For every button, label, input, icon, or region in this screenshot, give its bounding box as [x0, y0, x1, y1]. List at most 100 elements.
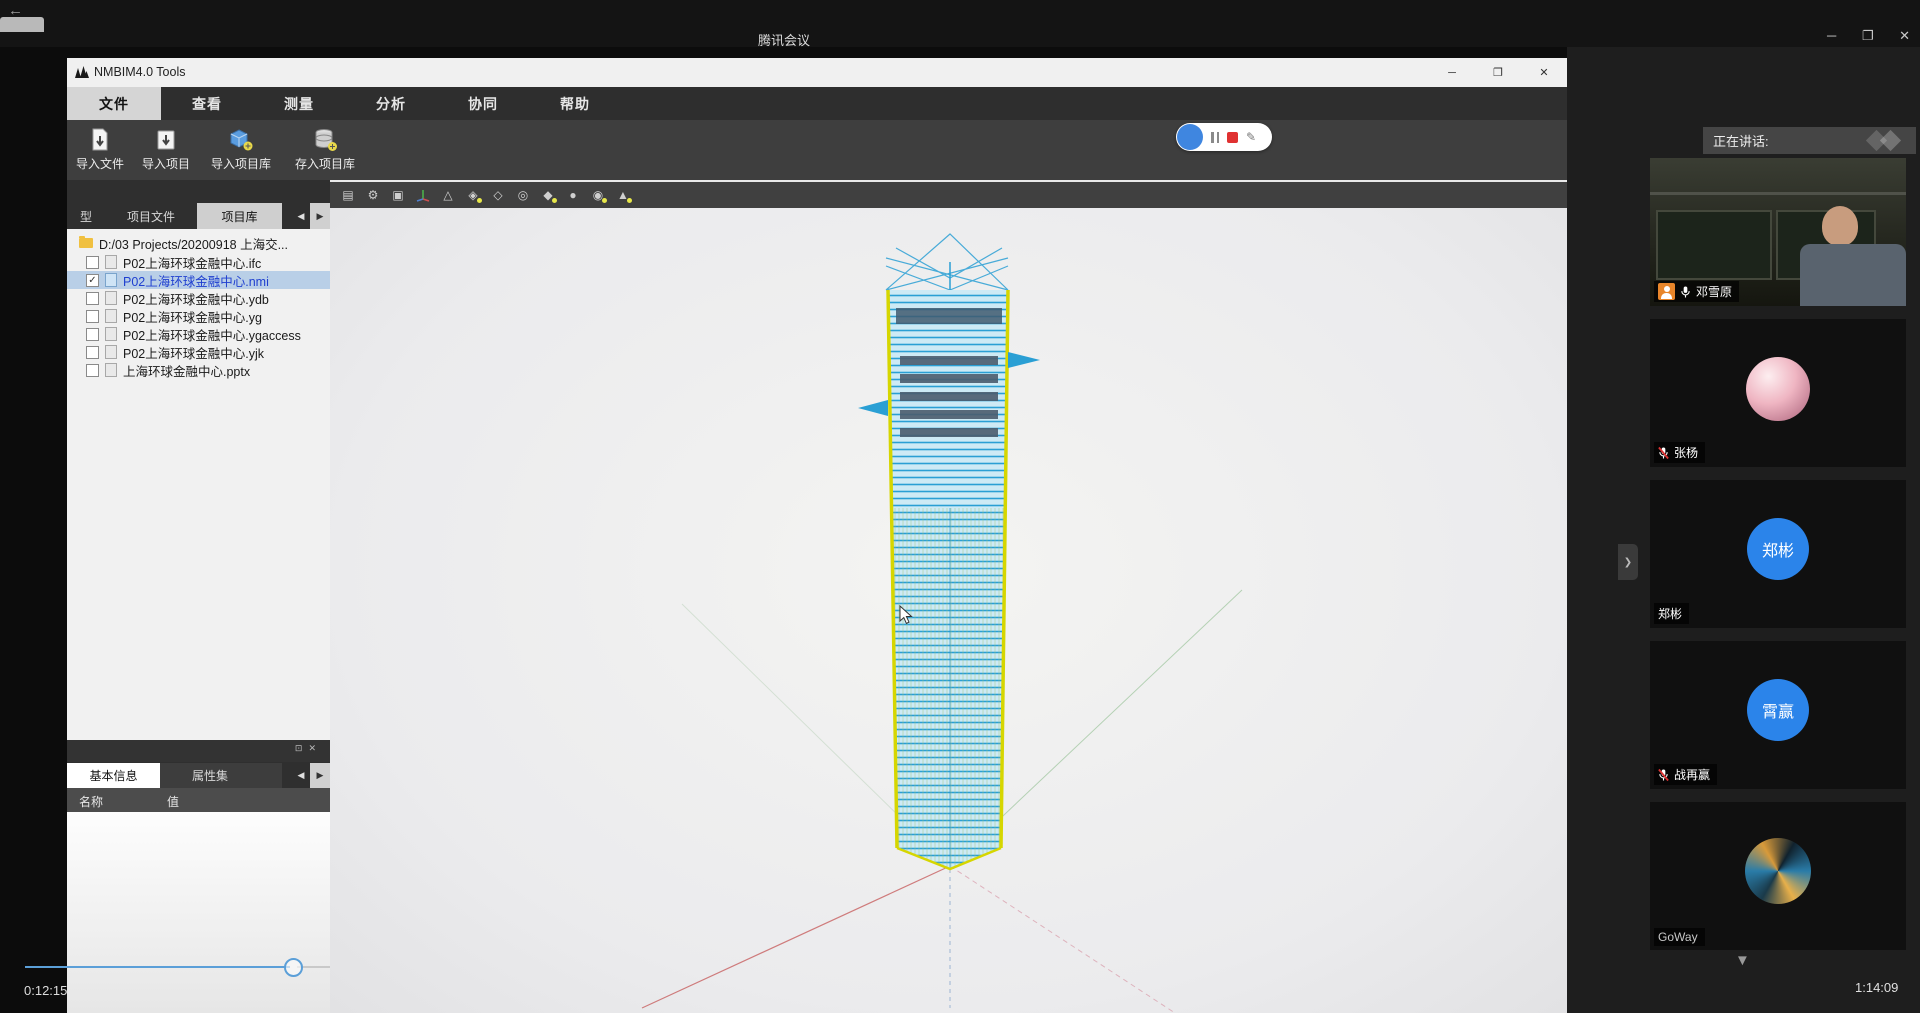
menu-tab-view[interactable]: 查看	[161, 87, 253, 120]
file-name: 上海环球金融中心.pptx	[123, 361, 250, 379]
tree-file-row[interactable]: P02上海环球金融中心.ydb	[67, 289, 330, 307]
participant-name-chip: 战再赢	[1654, 764, 1717, 785]
file-checkbox[interactable]: ✓	[86, 274, 99, 287]
viewport-toolbar: ▤ ⚙ ▣ △ ◈ ◇ ◎ ◆ ● ◉ ▲	[330, 182, 1567, 208]
app-close-button[interactable]: ✕	[1521, 58, 1567, 87]
maximize-button[interactable]: ❐	[1862, 28, 1874, 43]
file-checkbox[interactable]	[86, 292, 99, 305]
playback-knob[interactable]	[284, 958, 303, 977]
import-library-button[interactable]: 导入项目库	[199, 120, 283, 180]
tree-file-row[interactable]: ✓ P02上海环球金融中心.nmi	[67, 271, 330, 289]
save-library-label: 存入项目库	[295, 155, 355, 172]
file-name: P02上海环球金融中心.yg	[123, 307, 262, 325]
pause-icon[interactable]	[1211, 132, 1219, 143]
file-import-icon	[89, 128, 111, 152]
file-checkbox[interactable]	[86, 346, 99, 359]
record-timer-icon[interactable]	[1177, 124, 1203, 150]
file-icon	[105, 327, 117, 341]
menu-bar: 文件 查看 测量 分析 协同 帮助	[67, 87, 1567, 120]
tab-sliver	[260, 763, 282, 788]
participant-name: 邓雪原	[1696, 283, 1732, 300]
menu-tab-help[interactable]: 帮助	[529, 87, 621, 120]
tab-basic-info[interactable]: 基本信息	[67, 763, 160, 788]
axis-x-red	[642, 866, 950, 1008]
tree-file-row[interactable]: 上海环球金融中心.pptx	[67, 361, 330, 379]
minimize-button[interactable]: ─	[1827, 28, 1836, 43]
sphere-wire-icon[interactable]: ◇	[490, 187, 506, 203]
3d-viewport[interactable]	[330, 208, 1567, 1013]
participant-tile[interactable]: GoWay	[1650, 802, 1906, 950]
participant-tile[interactable]: 霄赢 战再赢	[1650, 641, 1906, 789]
axes-icon[interactable]	[415, 187, 431, 203]
file-name: P02上海环球金融中心.nmi	[123, 271, 269, 289]
tree-file-row[interactable]: P02上海环球金融中心.yjk	[67, 343, 330, 361]
file-icon	[105, 309, 117, 323]
participants-sidebar: ❯ 正在讲话: 邓雪原	[1567, 47, 1920, 1013]
file-icon	[105, 291, 117, 305]
playback-progress-bar[interactable]	[25, 966, 290, 968]
save-library-button[interactable]: 存入项目库	[283, 120, 367, 180]
import-project-button[interactable]: 导入项目	[133, 120, 199, 180]
speaking-indicator: 正在讲话:	[1703, 127, 1916, 154]
tab-model[interactable]: 型	[67, 203, 105, 229]
app-maximize-button[interactable]: ❐	[1475, 58, 1521, 87]
panel-close-icon[interactable]: ✕	[308, 743, 322, 753]
file-checkbox[interactable]	[86, 364, 99, 377]
tab-project-files[interactable]: 项目文件	[105, 203, 197, 229]
participant-tile[interactable]: 郑彬 郑彬	[1650, 480, 1906, 628]
cube-add-icon	[228, 128, 254, 152]
file-icon	[105, 273, 117, 287]
sidebar-collapse-chevron[interactable]: ❯	[1618, 544, 1638, 580]
left-panel-tabs: 型 项目文件 项目库 ◀ ▶	[67, 203, 330, 229]
menu-tab-measure[interactable]: 测量	[253, 87, 345, 120]
tree-file-row[interactable]: P02上海环球金融中心.ifc	[67, 253, 330, 271]
cube-pair-icon[interactable]: ◉	[590, 187, 606, 203]
file-icon	[105, 345, 117, 359]
props-scroll-left-icon[interactable]: ◀	[292, 765, 310, 787]
tabs-scroll-left-icon[interactable]: ◀	[292, 205, 310, 227]
cube-add-icon[interactable]: ◆	[540, 187, 556, 203]
close-button[interactable]: ✕	[1899, 28, 1910, 43]
settings-gear-icon[interactable]: ⚙	[365, 187, 381, 203]
annotate-pencil-icon[interactable]: ✎	[1246, 130, 1256, 144]
tree-root-label: D:/03 Projects/20200918 上海交...	[99, 234, 288, 253]
participant-tile[interactable]: 邓雪原	[1650, 158, 1906, 306]
props-header-row: 名称 值	[67, 788, 330, 812]
elapsed-time: 0:12:15	[24, 983, 67, 998]
file-checkbox[interactable]	[86, 310, 99, 323]
props-col-name: 名称	[79, 793, 103, 810]
avatar: 郑彬	[1747, 518, 1809, 580]
panel-float-icon[interactable]: ⊡	[295, 743, 309, 753]
menu-tab-collaborate[interactable]: 协同	[437, 87, 529, 120]
participant-name-chip: 邓雪原	[1654, 281, 1739, 302]
file-checkbox[interactable]	[86, 256, 99, 269]
tab-property-set[interactable]: 属性集	[160, 763, 260, 788]
participant-tile[interactable]: 张杨	[1650, 319, 1906, 467]
cube-select-icon[interactable]: ◈	[465, 187, 481, 203]
props-scroll-right-icon[interactable]: ▶	[310, 763, 330, 789]
file-name: P02上海环球金融中心.ydb	[123, 289, 269, 307]
props-panel-titlebar: ⊡✕	[67, 740, 330, 762]
import-file-button[interactable]: 导入文件	[67, 120, 133, 180]
scroll-more-icon[interactable]: ▼	[1735, 952, 1750, 969]
app-minimize-button[interactable]: ─	[1429, 58, 1475, 87]
menu-tab-analyze[interactable]: 分析	[345, 87, 437, 120]
database-add-icon	[312, 128, 338, 152]
file-checkbox[interactable]	[86, 328, 99, 341]
tree-file-row[interactable]: P02上海环球金融中心.yg	[67, 307, 330, 325]
stop-icon[interactable]	[1227, 132, 1238, 143]
snapshot-icon[interactable]: ▣	[390, 187, 406, 203]
meeting-title: 腾讯会议	[0, 30, 1568, 49]
tab-project-library[interactable]: 项目库	[197, 203, 282, 229]
sphere-rotate-icon[interactable]: ◎	[515, 187, 531, 203]
view-grid-icon[interactable]: ▤	[340, 187, 356, 203]
participant-name: 郑彬	[1658, 605, 1682, 622]
sphere-solid-icon[interactable]: ●	[565, 187, 581, 203]
file-name: P02上海环球金融中心.ifc	[123, 253, 261, 271]
menu-tab-file[interactable]: 文件	[67, 87, 161, 120]
pyramid-add-icon[interactable]: ▲	[615, 187, 631, 203]
tree-file-row[interactable]: P02上海环球金融中心.ygaccess	[67, 325, 330, 343]
tabs-scroll-right-icon[interactable]: ▶	[310, 203, 330, 229]
tree-root-row[interactable]: D:/03 Projects/20200918 上海交...	[67, 233, 330, 253]
pyramid-icon[interactable]: △	[440, 187, 456, 203]
